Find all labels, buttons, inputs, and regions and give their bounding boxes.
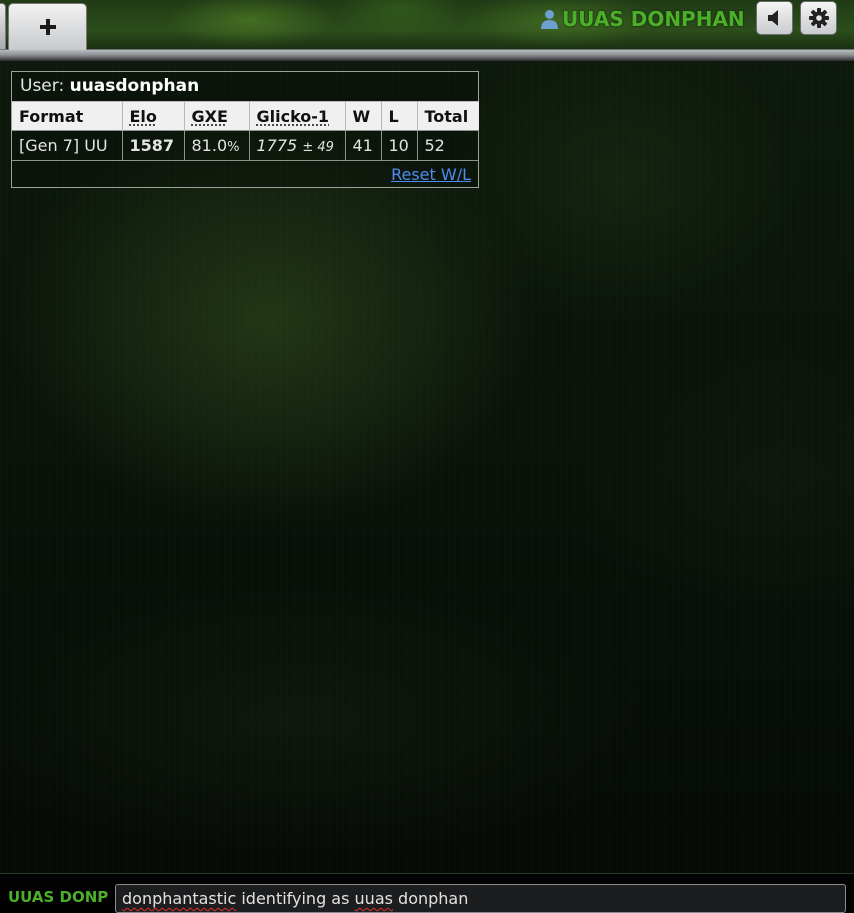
chat-username: UUAS DONPHAN <box>8 888 108 906</box>
new-tab-button[interactable] <box>8 3 87 50</box>
chat-word: donphantastic <box>122 889 237 908</box>
col-losses: L <box>381 101 418 131</box>
wins-cell: 41 <box>345 130 382 160</box>
col-wins: W <box>345 101 382 131</box>
plus-icon <box>39 19 56 35</box>
gxe-cell: 81.0% <box>184 130 250 160</box>
previous-tab[interactable] <box>0 3 6 50</box>
ratings-header-row: Format Elo GXE Glicko-1 W L Total <box>12 101 479 131</box>
col-format: Format <box>12 101 123 131</box>
gear-icon <box>808 8 829 28</box>
col-elo[interactable]: Elo <box>122 101 185 131</box>
chat-input[interactable]: donphantastic identifying as uuas donpha… <box>115 884 846 913</box>
header-divider <box>0 49 854 61</box>
reset-row: Reset W/L <box>12 159 478 189</box>
table-row: [Gen 7] UU 1587 81.0% 1775 ± 49 41 10 52 <box>12 130 479 160</box>
total-cell: 52 <box>417 130 479 160</box>
user-stats-panel: User: uuasdonphan Format Elo GXE Glicko-… <box>11 71 479 188</box>
losses-cell: 10 <box>381 130 418 160</box>
chat-word: identifying as <box>236 889 355 908</box>
format-cell: [Gen 7] UU <box>12 130 123 160</box>
reset-wl-link[interactable]: Reset W/L <box>391 165 471 184</box>
stats-username: uuasdonphan <box>69 76 200 96</box>
user-menu[interactable]: UUAS DONPHAN <box>541 5 745 33</box>
chat-word: donphan <box>398 889 469 908</box>
elo-cell: 1587 <box>122 130 185 160</box>
chat-bar: UUAS DONPHAN donphantastic identifying a… <box>0 873 854 913</box>
header-username: UUAS DONPHAN <box>562 7 745 31</box>
chat-word: uuas <box>354 889 393 908</box>
col-total: Total <box>417 101 479 131</box>
user-label: User: <box>20 76 65 96</box>
sound-button[interactable] <box>756 1 793 35</box>
stats-user-line: User: uuasdonphan <box>12 72 478 101</box>
ratings-table: Format Elo GXE Glicko-1 W L Total [Gen 7… <box>12 101 479 160</box>
col-gxe[interactable]: GXE <box>184 101 250 131</box>
col-glicko[interactable]: Glicko-1 <box>249 101 346 131</box>
speaker-icon <box>767 10 778 26</box>
settings-button[interactable] <box>800 1 837 35</box>
user-icon <box>541 10 558 29</box>
glicko-cell: 1775 ± 49 <box>249 130 346 160</box>
